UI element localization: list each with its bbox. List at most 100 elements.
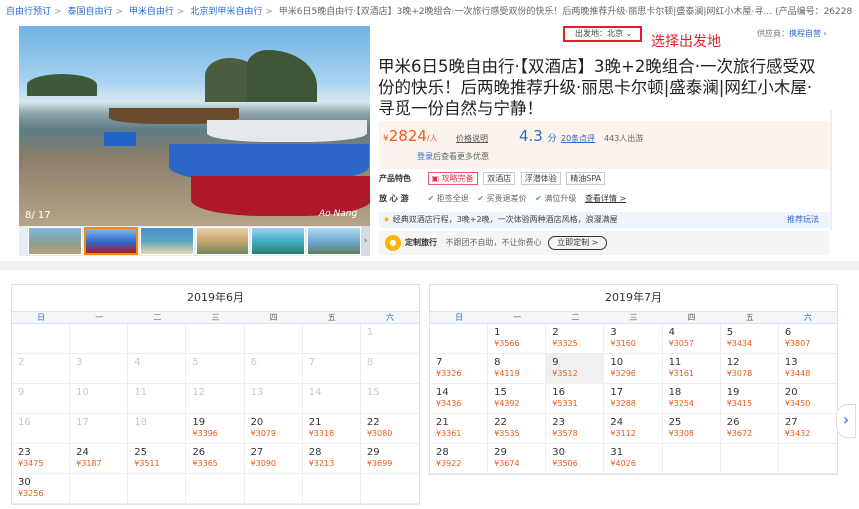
next-month-button[interactable]: ›: [836, 404, 856, 438]
calendar-day[interactable]: 20 ¥3450: [778, 384, 837, 414]
calendar-day[interactable]: 19 ¥3415: [720, 384, 779, 414]
day-number: 20: [784, 387, 798, 398]
calendar-day[interactable]: 12 ¥3078: [720, 354, 779, 384]
calendar-day[interactable]: 3 ¥3160: [604, 324, 663, 354]
details-link[interactable]: 查看详情 >: [585, 194, 626, 203]
rating-score: 4.3 分: [519, 127, 557, 145]
day-price: ¥3079: [250, 429, 277, 438]
calendar-day[interactable]: 31 ¥4026: [604, 444, 663, 474]
thumbnail[interactable]: [28, 227, 82, 255]
feature-tag[interactable]: 浮潜体验: [520, 172, 561, 185]
photo-counter: 8/ 17: [25, 210, 51, 221]
calendar-day: 1: [360, 324, 419, 354]
calendar-empty-cell: [186, 474, 245, 504]
day-number: 6: [784, 327, 792, 338]
day-price: ¥3396: [192, 429, 218, 438]
day-price: ¥3160: [610, 339, 636, 348]
calendar-day[interactable]: 20 ¥3079: [244, 414, 303, 444]
login-hint: 登录后查看更多优惠: [417, 151, 489, 162]
calendar-empty-cell: [778, 444, 837, 474]
calendar-day[interactable]: 15 ¥4392: [488, 384, 547, 414]
calendar-day[interactable]: 24 ¥3187: [70, 444, 129, 474]
thumbnail[interactable]: [307, 227, 361, 255]
calendar-day[interactable]: 23 ¥3578: [546, 414, 605, 444]
calendar-day[interactable]: 13 ¥3448: [778, 354, 837, 384]
day-number: 22: [366, 417, 380, 428]
day-price: ¥3506: [552, 459, 578, 468]
thumbnail[interactable]: [251, 227, 306, 255]
breadcrumb-link[interactable]: 甲米自由行: [129, 7, 174, 17]
reviews-link[interactable]: 20条点评: [561, 133, 595, 144]
calendar-day[interactable]: 21 ¥3361: [430, 414, 489, 444]
feature-tag[interactable]: ▣ 攻略完备: [427, 172, 478, 185]
price-info-link[interactable]: 价格说明: [456, 133, 488, 144]
day-number: 4: [134, 357, 141, 368]
section-divider: [0, 261, 859, 270]
calendar-day: 2: [12, 354, 71, 384]
thumbnail-selected[interactable]: [83, 227, 138, 255]
weekday-label: 二: [153, 313, 162, 322]
departure-annotation: 选择出发地: [651, 34, 721, 50]
traveler-count: 443人出游: [604, 134, 644, 143]
breadcrumb-separator: >: [265, 7, 273, 17]
calendar-day[interactable]: 16 ¥5331: [546, 384, 605, 414]
price-value: 2824: [388, 127, 427, 145]
guarantee-label: 拒签全退: [436, 194, 469, 203]
day-price: ¥3432: [784, 429, 811, 438]
calendar-day[interactable]: 22 ¥3080: [360, 414, 419, 444]
thumbnail[interactable]: [195, 227, 250, 255]
calendar-day[interactable]: 10 ¥3296: [604, 354, 663, 384]
login-link[interactable]: 登录: [417, 152, 433, 161]
calendar-day[interactable]: 28 ¥3922: [430, 444, 489, 474]
calendar-day[interactable]: 25 ¥3511: [128, 444, 187, 474]
feature-tag[interactable]: 双酒店: [483, 172, 516, 185]
calendar-day[interactable]: 22 ¥3535: [488, 414, 547, 444]
calendar-day[interactable]: 17 ¥3288: [604, 384, 663, 414]
calendar-day[interactable]: 11 ¥3161: [662, 354, 721, 384]
calendar-day[interactable]: 30 ¥3506: [546, 444, 605, 474]
thumbnail[interactable]: [139, 227, 194, 255]
breadcrumb-link[interactable]: 泰国自由行: [67, 7, 112, 17]
breadcrumb-link[interactable]: 自由行预订: [6, 7, 51, 17]
calendar-day[interactable]: 29 ¥3674: [488, 444, 547, 474]
calendar-day[interactable]: 28 ¥3213: [302, 444, 361, 474]
feature-tag[interactable]: 精油SPA: [566, 172, 606, 185]
day-number: 21: [308, 417, 322, 428]
calendar-day[interactable]: 2 ¥3325: [546, 324, 605, 354]
calendar-day[interactable]: 9 ¥3512: [546, 354, 605, 384]
info-scrollbar[interactable]: [830, 110, 832, 230]
calendar-day[interactable]: 30 ¥3256: [12, 474, 71, 504]
calendar-day[interactable]: 27 ¥3090: [244, 444, 303, 474]
day-price: ¥3161: [668, 369, 695, 378]
thumbnail-strip: [19, 226, 370, 256]
calendar-day[interactable]: 27 ¥3432: [778, 414, 837, 444]
calendar-day: 10: [70, 384, 129, 414]
calendar-day[interactable]: 14 ¥3436: [430, 384, 489, 414]
thumb-next-button[interactable]: ›: [361, 226, 370, 256]
recommend-link[interactable]: 推荐玩法: [787, 212, 819, 228]
calendar-day[interactable]: 19 ¥3396: [186, 414, 245, 444]
main-photo[interactable]: Ao Nang 8/ 17: [19, 26, 370, 226]
breadcrumb-link[interactable]: 北京到甲米自由行: [190, 7, 262, 17]
calendar-day[interactable]: 24 ¥3112: [604, 414, 663, 444]
calendar-day[interactable]: 21 ¥3318: [302, 414, 361, 444]
calendar-day[interactable]: 1 ¥3566: [488, 324, 547, 354]
calendar-day[interactable]: 25 ¥3308: [662, 414, 721, 444]
calendar-day[interactable]: 5 ¥3434: [720, 324, 779, 354]
calendar-day[interactable]: 26 ¥3365: [186, 444, 245, 474]
calendar-day[interactable]: 6 ¥3807: [778, 324, 837, 354]
calendar-day[interactable]: 26 ¥3672: [720, 414, 779, 444]
calendar-day[interactable]: 29 ¥3699: [360, 444, 419, 474]
departure-select[interactable]: 出发地：北京 ⌄: [563, 26, 642, 42]
supplier-link[interactable]: 携程自营: [789, 29, 821, 38]
calendar-day[interactable]: 8 ¥4119: [488, 354, 547, 384]
chevron-right-icon: ›: [842, 410, 850, 429]
calendar-empty-cell: [302, 324, 361, 354]
calendar-day[interactable]: 18 ¥3254: [662, 384, 721, 414]
calendar-day[interactable]: 23 ¥3475: [12, 444, 71, 474]
calendar-day[interactable]: 7 ¥3326: [430, 354, 489, 384]
customize-button[interactable]: 立即定制 >: [548, 236, 608, 250]
day-price: ¥3674: [494, 459, 520, 468]
calendar-day[interactable]: 4 ¥3057: [662, 324, 721, 354]
calendar-empty-cell: [186, 324, 245, 354]
